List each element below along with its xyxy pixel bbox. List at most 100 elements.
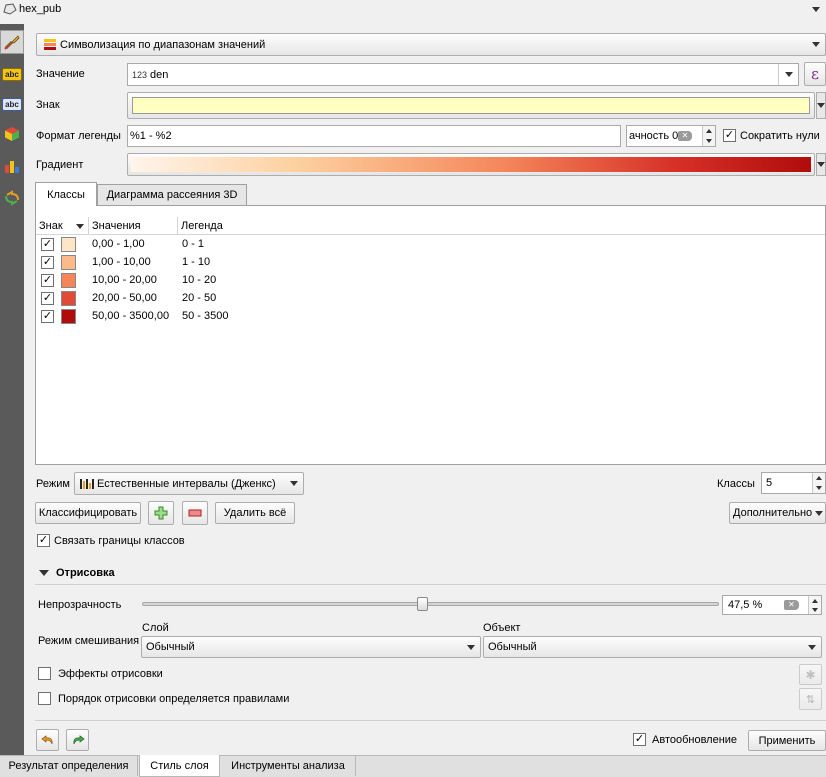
mode-value: Естественные интервалы (Дженкс) xyxy=(97,477,276,490)
checkbox-checked-icon[interactable]: ✓ xyxy=(41,291,54,305)
legend-format-input[interactable]: %1 - %2 xyxy=(127,125,621,147)
labels-abc-icon[interactable]: abc xyxy=(0,62,24,86)
class-color-swatch[interactable] xyxy=(61,254,76,270)
undo-button[interactable] xyxy=(36,729,59,751)
rule-order-checkbox[interactable]: Порядок отрисовки определяется правилами xyxy=(38,692,289,705)
class-color-swatch[interactable] xyxy=(61,272,76,288)
header-symbol[interactable]: Знак xyxy=(36,217,89,234)
checkbox-checked-icon[interactable]: ✓ xyxy=(723,129,736,142)
opacity-spinbox[interactable]: 47,5 % ✕ xyxy=(722,595,822,615)
redo-button[interactable] xyxy=(66,729,89,751)
effects-checkbox[interactable]: Эффекты отрисовки xyxy=(38,667,163,680)
renderer-select-value: Символизация по диапазонам значений xyxy=(60,38,266,51)
diagrams-icon[interactable] xyxy=(0,154,24,178)
expression-button[interactable]: ε xyxy=(804,62,826,86)
blend-layer-label: Слой xyxy=(142,622,169,634)
checkbox-checked-icon[interactable]: ✓ xyxy=(37,534,50,547)
symbology-brush-icon[interactable] xyxy=(0,30,24,54)
table-row[interactable]: ✓ 50,00 - 3500,00 50 - 3500 xyxy=(36,307,825,325)
tab-scatter-3d-label: Диаграмма рассеяния 3D xyxy=(106,189,238,201)
add-class-button[interactable] xyxy=(148,501,174,525)
class-legend[interactable]: 1 - 10 xyxy=(182,256,210,268)
clear-icon[interactable]: ✕ xyxy=(678,131,692,141)
class-color-swatch[interactable] xyxy=(61,308,76,324)
masks-abc-icon[interactable]: abc xyxy=(0,92,24,116)
checkbox-checked-icon[interactable]: ✓ xyxy=(41,237,54,251)
header-values[interactable]: Значения xyxy=(89,217,178,234)
blend-object-label: Объект xyxy=(483,622,521,634)
class-legend[interactable]: 20 - 50 xyxy=(182,292,216,304)
precision-spin-buttons[interactable] xyxy=(702,126,715,146)
class-range[interactable]: 10,00 - 20,00 xyxy=(92,274,157,286)
mode-label: Режим xyxy=(36,478,70,490)
symbol-preview xyxy=(132,97,810,114)
slider-groove xyxy=(142,602,719,606)
legend-format-value: %1 - %2 xyxy=(130,130,172,142)
blend-layer-value: Обычный xyxy=(146,641,195,653)
blend-layer-select[interactable]: Обычный xyxy=(141,636,481,658)
table-row[interactable]: ✓ 0,00 - 1,00 0 - 1 xyxy=(36,235,825,253)
class-legend[interactable]: 50 - 3500 xyxy=(182,310,228,322)
style-sidebar: abc abc xyxy=(0,24,24,755)
checkbox-checked-icon[interactable]: ✓ xyxy=(41,255,54,269)
chevron-down-icon[interactable] xyxy=(812,7,820,12)
precision-spinbox[interactable]: ачность 0 ✕ xyxy=(626,125,716,147)
chevron-down-icon xyxy=(803,637,821,657)
remove-class-button[interactable] xyxy=(182,501,208,525)
renderer-select[interactable]: Символизация по диапазонам значений xyxy=(36,33,826,56)
link-bounds-checkbox[interactable]: ✓ Связать границы классов xyxy=(37,534,185,547)
tab-classes[interactable]: Классы xyxy=(35,182,97,206)
value-field-combo[interactable]: 123 den xyxy=(127,63,799,86)
minus-icon xyxy=(188,509,202,517)
class-color-swatch[interactable] xyxy=(61,290,76,306)
mode-select[interactable]: Естественные интервалы (Дженкс) xyxy=(74,472,304,495)
tab-identify-results[interactable]: Результат определения xyxy=(0,756,138,776)
clear-icon[interactable]: ✕ xyxy=(784,600,799,610)
class-range[interactable]: 1,00 - 10,00 xyxy=(92,256,151,268)
table-row[interactable]: ✓ 1,00 - 10,00 1 - 10 xyxy=(36,253,825,271)
rule-order-button[interactable]: ⇅ xyxy=(799,688,822,710)
trim-zeros-checkbox[interactable]: ✓ Сократить нули xyxy=(723,129,820,142)
advanced-button[interactable]: Дополнительно xyxy=(729,502,826,524)
tab-layer-styling[interactable]: Стиль слоя xyxy=(139,755,220,777)
tab-scatter-3d[interactable]: Диаграмма рассеяния 3D xyxy=(97,184,247,205)
checkbox-checked-icon[interactable]: ✓ xyxy=(41,309,54,323)
checkbox-checked-icon[interactable]: ✓ xyxy=(41,273,54,287)
class-range[interactable]: 0,00 - 1,00 xyxy=(92,238,145,250)
auto-update-checkbox[interactable]: ✓ Автообновление xyxy=(633,733,737,746)
classes-count-spinbox[interactable]: 5 xyxy=(761,472,826,494)
opacity-spin-buttons[interactable] xyxy=(808,596,821,614)
history-icon[interactable] xyxy=(0,186,24,210)
class-legend[interactable]: 10 - 20 xyxy=(182,274,216,286)
table-row[interactable]: ✓ 10,00 - 20,00 10 - 20 xyxy=(36,271,825,289)
checkbox-empty-icon[interactable] xyxy=(38,692,51,705)
header-legend[interactable]: Легенда xyxy=(178,217,825,234)
class-legend[interactable]: 0 - 1 xyxy=(182,238,204,250)
classify-button[interactable]: Классифицировать xyxy=(35,502,141,524)
rendering-section-header[interactable]: Отрисовка xyxy=(39,567,115,579)
class-range[interactable]: 20,00 - 50,00 xyxy=(92,292,157,304)
chevron-down-icon xyxy=(778,64,798,85)
classes-spin-buttons[interactable] xyxy=(812,473,825,493)
blend-object-select[interactable]: Обычный xyxy=(483,636,822,658)
link-bounds-label: Связать границы классов xyxy=(54,534,185,547)
checkbox-checked-icon[interactable]: ✓ xyxy=(633,733,646,746)
color-ramp-button[interactable] xyxy=(127,153,815,176)
3d-view-cube-icon[interactable] xyxy=(0,122,24,146)
symbol-button[interactable] xyxy=(127,92,815,119)
color-ramp-menu-chevron[interactable] xyxy=(816,153,826,176)
delete-all-button[interactable]: Удалить всё xyxy=(215,502,295,524)
tab-processing-toolbox[interactable]: Инструменты анализа xyxy=(221,756,356,776)
class-range[interactable]: 50,00 - 3500,00 xyxy=(92,310,169,322)
apply-button[interactable]: Применить xyxy=(748,730,826,751)
opacity-slider[interactable] xyxy=(142,597,719,611)
classes-table[interactable]: Знак Значения Легенда ✓ 0,00 - 1,00 0 - 1 ✓… xyxy=(35,205,826,465)
symbol-menu-chevron[interactable] xyxy=(816,92,826,119)
class-color-swatch[interactable] xyxy=(61,236,76,252)
effects-settings-button[interactable]: ✱ xyxy=(799,664,822,685)
checkbox-empty-icon[interactable] xyxy=(38,667,51,680)
blend-mode-label: Режим смешивания xyxy=(38,635,140,647)
table-row[interactable]: ✓ 20,00 - 50,00 20 - 50 xyxy=(36,289,825,307)
slider-handle[interactable] xyxy=(417,597,428,611)
layer-selector[interactable]: hex_pub xyxy=(0,0,826,19)
